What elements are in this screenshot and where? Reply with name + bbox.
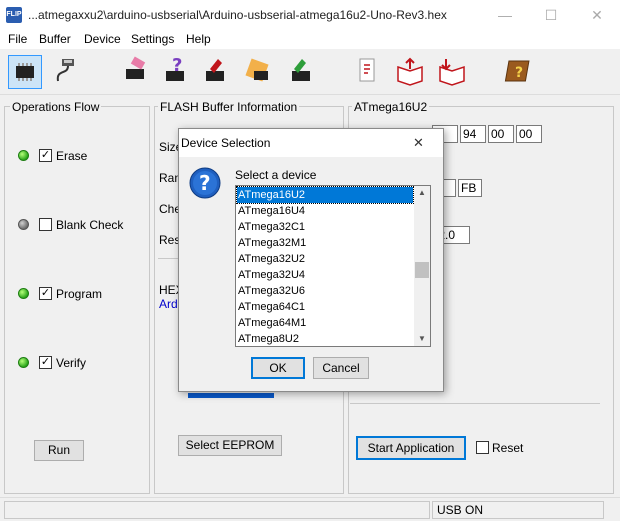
- operations-flow-title: Operations Flow: [10, 100, 102, 114]
- minimize-button[interactable]: —: [482, 0, 528, 31]
- menu-settings[interactable]: Settings: [131, 32, 174, 46]
- svg-text:?: ?: [199, 171, 211, 195]
- read-book-icon[interactable]: [436, 55, 470, 89]
- question-icon: ?: [189, 167, 221, 202]
- device-selection-dialog: Device Selection ✕ ? Select a device ATm…: [178, 128, 444, 392]
- verify-label: Verify: [56, 356, 87, 370]
- svg-text:?: ?: [172, 55, 182, 76]
- device-option-atmega64c1[interactable]: ATmega64C1: [237, 299, 413, 315]
- device-option-atmega8u2[interactable]: ATmega8U2: [237, 331, 413, 346]
- status-bar: USB ON: [0, 497, 620, 521]
- dialog-title-bar: Device Selection ✕: [179, 129, 443, 157]
- chip-select-icon[interactable]: [8, 55, 42, 89]
- load-hex-icon[interactable]: [352, 55, 386, 89]
- select-device-prompt: Select a device: [235, 168, 317, 182]
- erase-chip-icon[interactable]: [118, 55, 152, 89]
- title-bar: FLIP ...atmegaxxu2\arduino-usbserial\Ard…: [0, 0, 620, 31]
- usb-cable-icon[interactable]: [48, 55, 82, 89]
- device-name-title: ATmega16U2: [352, 100, 430, 114]
- blank-check-label: Blank Check: [56, 218, 124, 232]
- flash-buffer-title: FLASH Buffer Information: [158, 100, 300, 114]
- flip-app-icon: FLIP: [6, 7, 22, 23]
- verify-chip-icon[interactable]: [242, 55, 276, 89]
- erase-checkbox[interactable]: ✓: [39, 149, 52, 162]
- scroll-thumb[interactable]: [415, 262, 429, 278]
- erase-label: Erase: [56, 149, 88, 163]
- menu-buffer[interactable]: Buffer: [39, 32, 71, 46]
- listbox-scrollbar[interactable]: ▲ ▼: [414, 186, 430, 346]
- signature-byte-2: 94: [460, 125, 486, 143]
- menu-device[interactable]: Device: [84, 32, 121, 46]
- device-option-atmega32u6[interactable]: ATmega32U6: [237, 283, 413, 299]
- select-eeprom-button[interactable]: Select EEPROM: [178, 435, 282, 456]
- blank-check-icon[interactable]: ?: [158, 55, 192, 89]
- reset-checkbox[interactable]: [476, 441, 489, 454]
- device-option-atmega16u4[interactable]: ATmega16U4: [237, 203, 413, 219]
- svg-text:?: ?: [515, 65, 523, 81]
- reset-label: Reset: [492, 441, 524, 455]
- save-book-icon[interactable]: [394, 55, 428, 89]
- scroll-down-icon[interactable]: ▼: [414, 332, 430, 346]
- device-option-atmega32m1[interactable]: ATmega32M1: [237, 235, 413, 251]
- scroll-up-icon[interactable]: ▲: [414, 186, 430, 200]
- maximize-button[interactable]: ☐: [528, 0, 574, 31]
- menu-bar: File Buffer Device Settings Help: [0, 31, 620, 49]
- device-option-atmega32u4[interactable]: ATmega32U4: [237, 267, 413, 283]
- device-option-atmega16u2[interactable]: ATmega16U2: [236, 186, 414, 204]
- window-title: ...atmegaxxu2\arduino-usbserial\Arduino-…: [28, 8, 447, 22]
- device-divider: [350, 403, 600, 404]
- start-application-button[interactable]: Start Application: [356, 436, 466, 460]
- device-option-atmega64m1[interactable]: ATmega64M1: [237, 315, 413, 331]
- program-status-led: [18, 288, 29, 299]
- signature-byte-3: 00: [488, 125, 514, 143]
- progress-bar: [188, 393, 274, 398]
- device-option-atmega32c1[interactable]: ATmega32C1: [237, 219, 413, 235]
- dialog-title: Device Selection: [181, 136, 271, 150]
- hex-file-value: Ard: [159, 297, 178, 311]
- close-window-button[interactable]: ✕: [574, 0, 620, 31]
- upload-chip-icon[interactable]: [284, 55, 318, 89]
- run-button[interactable]: Run: [34, 440, 84, 461]
- help-book-icon[interactable]: ?: [504, 55, 538, 89]
- menu-file[interactable]: File: [8, 32, 27, 46]
- status-message-pane: [4, 501, 430, 519]
- signature-byte-4: 00: [516, 125, 542, 143]
- program-label: Program: [56, 287, 103, 301]
- flash-divider: [158, 258, 178, 259]
- program-chip-icon[interactable]: [198, 55, 232, 89]
- blank-check-checkbox[interactable]: [39, 218, 52, 231]
- device-id-byte-2: FB: [458, 179, 482, 197]
- toolbar: ? ?: [0, 49, 620, 95]
- device-listbox[interactable]: ATmega16U2 ATmega16U4 ATmega32C1 ATmega3…: [235, 185, 431, 347]
- ok-button[interactable]: OK: [251, 357, 305, 379]
- erase-status-led: [18, 150, 29, 161]
- usb-status: USB ON: [432, 501, 604, 519]
- verify-status-led: [18, 357, 29, 368]
- cancel-button[interactable]: Cancel: [313, 357, 369, 379]
- menu-help[interactable]: Help: [186, 32, 211, 46]
- blank-check-status-led: [18, 219, 29, 230]
- dialog-close-button[interactable]: ✕: [413, 135, 424, 151]
- verify-checkbox[interactable]: ✓: [39, 356, 52, 369]
- program-checkbox[interactable]: ✓: [39, 287, 52, 300]
- device-option-atmega32u2[interactable]: ATmega32U2: [237, 251, 413, 267]
